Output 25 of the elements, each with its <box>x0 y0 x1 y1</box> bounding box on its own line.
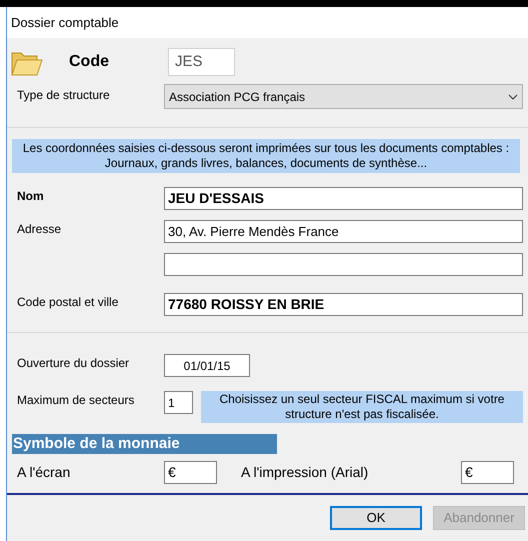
field-label: Nom <box>17 188 45 205</box>
opening-label: Ouverture du dossier <box>17 355 130 372</box>
info-banner: Les coordonnées saisies ci-dessous seront imprimées sur tous les documents comptables : Journaux, grands livres, balances, documents de synthèse... <box>12 139 520 173</box>
field-label: Adresse <box>17 221 62 238</box>
chevron-down-icon <box>508 94 518 100</box>
structure-label: Type de structure <box>17 87 111 104</box>
sectors-label: Maximum de secteurs <box>17 392 136 409</box>
code-field[interactable]: JES <box>168 48 235 76</box>
field-label: Code postal et ville <box>17 294 120 311</box>
text-field[interactable] <box>164 253 523 276</box>
dialog-button[interactable]: OK <box>330 506 422 530</box>
sectors-field[interactable]: 1 <box>164 391 193 414</box>
code-label: Code <box>69 52 110 72</box>
sectors-hint-banner: Choisissez un seul secteur FISCAL maximum si votre structure n'est pas fiscalisée. <box>201 391 523 423</box>
text-field[interactable]: 30, Av. Pierre Mendès France <box>164 220 523 243</box>
text-field[interactable]: JEU D'ESSAIS <box>164 187 523 210</box>
screen-symbol-field[interactable]: € <box>164 460 217 484</box>
print-symbol-field[interactable]: € <box>461 460 514 484</box>
print-symbol-label: A l'impression (Arial) <box>241 462 370 482</box>
screen-symbol-label: A l'écran <box>17 462 72 482</box>
structure-dropdown[interactable]: Association PCG français <box>164 84 523 109</box>
section-heading: Symbole de la monnaie <box>12 434 277 454</box>
text-field[interactable]: 77680 ROISSY EN BRIE <box>164 293 523 316</box>
opening-date-field[interactable]: 01/01/15 <box>164 354 250 377</box>
window-title: Dossier comptable <box>11 14 119 32</box>
